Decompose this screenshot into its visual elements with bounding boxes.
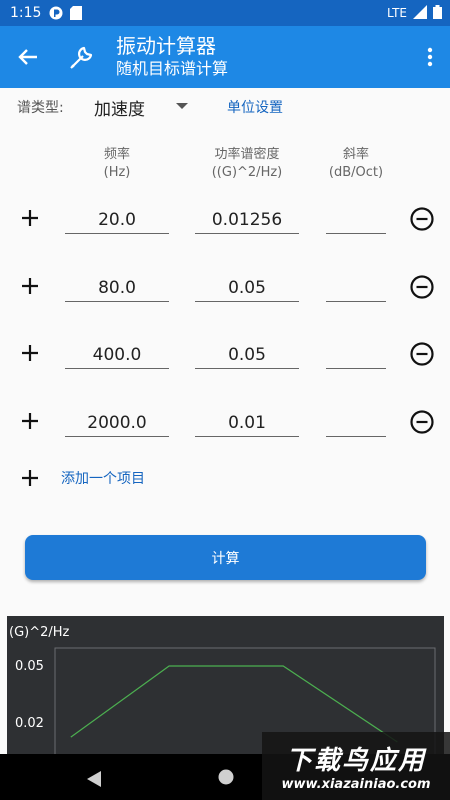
- spectrum-type-value: 加速度: [94, 99, 145, 120]
- table-row: [0, 268, 450, 308]
- y-tick-label: 0.02: [15, 716, 44, 731]
- y-tick-label: 0.05: [15, 659, 44, 674]
- column-header-line: 频率: [103, 147, 130, 162]
- dropdown-arrow-icon: [176, 103, 188, 109]
- network-type: LTE: [387, 6, 407, 20]
- column-header-unit: (dB/Oct): [328, 165, 384, 180]
- battery-icon: [433, 4, 442, 22]
- app-bar: 振动计算器 随机目标谱计算: [0, 26, 450, 88]
- column-header-line: 斜率: [342, 147, 369, 162]
- remove-row-icon[interactable]: [409, 409, 435, 435]
- watermark-text: 下载鸟应用: [285, 746, 426, 776]
- watermark-logo: 下载鸟应用 www.xiazainiao.com: [262, 732, 450, 800]
- slope-input[interactable]: [326, 206, 386, 234]
- wrench-icon: [60, 26, 104, 88]
- status-time: 1:15: [10, 5, 42, 21]
- column-header-psd: 功率谱密度 ((G)^2/Hz): [195, 146, 299, 182]
- watermark-url: www.xiazainiao.com: [281, 777, 431, 792]
- chart-ylabel: (G)^2/Hz: [9, 625, 70, 640]
- spectrum-type-label: 谱类型:: [17, 100, 64, 116]
- column-header-unit: ((G)^2/Hz): [211, 165, 283, 180]
- sd-card-icon: [69, 6, 83, 20]
- slope-input[interactable]: [326, 274, 386, 302]
- app-notification-icon: [49, 6, 63, 20]
- spectrum-type-select[interactable]: 加速度: [94, 93, 194, 121]
- arrow-left-icon: [18, 49, 37, 65]
- add-row-icon[interactable]: [18, 274, 42, 298]
- slope-input[interactable]: [326, 409, 386, 437]
- add-item-row: 添加一个项目: [0, 462, 450, 492]
- frequency-input[interactable]: [65, 206, 169, 234]
- remove-row-icon[interactable]: [409, 206, 435, 232]
- signal-icon: [413, 4, 427, 22]
- add-item-icon[interactable]: [18, 466, 42, 490]
- add-item-link[interactable]: 添加一个项目: [61, 468, 145, 488]
- psd-series-line: [70, 665, 398, 743]
- column-header-unit: (Hz): [103, 165, 131, 180]
- calculate-button[interactable]: 计算: [25, 535, 426, 580]
- nav-back-icon[interactable]: [86, 770, 102, 788]
- frequency-input[interactable]: [65, 341, 169, 369]
- psd-input[interactable]: [195, 274, 299, 302]
- psd-input[interactable]: [195, 341, 299, 369]
- column-header-slope: 斜率 (dB/Oct): [322, 146, 390, 182]
- back-button[interactable]: [0, 26, 56, 88]
- table-row: [0, 200, 450, 240]
- unit-settings-link[interactable]: 单位设置: [227, 97, 283, 117]
- add-row-icon[interactable]: [18, 341, 42, 365]
- nav-home-icon[interactable]: [218, 769, 234, 785]
- frequency-input[interactable]: [65, 274, 169, 302]
- status-bar: 1:15 LTE: [0, 0, 450, 26]
- column-header-frequency: 频率 (Hz): [65, 146, 169, 182]
- frequency-input[interactable]: [65, 409, 169, 437]
- table-row: [0, 403, 450, 443]
- psd-input[interactable]: [195, 206, 299, 234]
- more-options-button[interactable]: [410, 26, 450, 88]
- add-row-icon[interactable]: [18, 409, 42, 433]
- add-row-icon[interactable]: [18, 206, 42, 230]
- column-header-line: 功率谱密度: [214, 147, 280, 162]
- more-vert-icon: [427, 47, 433, 67]
- spectrum-type-row: 谱类型: 加速度 单位设置: [0, 92, 450, 122]
- app-subtitle: 随机目标谱计算: [116, 59, 229, 78]
- remove-row-icon[interactable]: [409, 274, 435, 300]
- slope-input[interactable]: [326, 341, 386, 369]
- remove-row-icon[interactable]: [409, 341, 435, 367]
- table-row: [0, 335, 450, 375]
- app-title: 振动计算器: [116, 34, 216, 58]
- psd-input[interactable]: [195, 409, 299, 437]
